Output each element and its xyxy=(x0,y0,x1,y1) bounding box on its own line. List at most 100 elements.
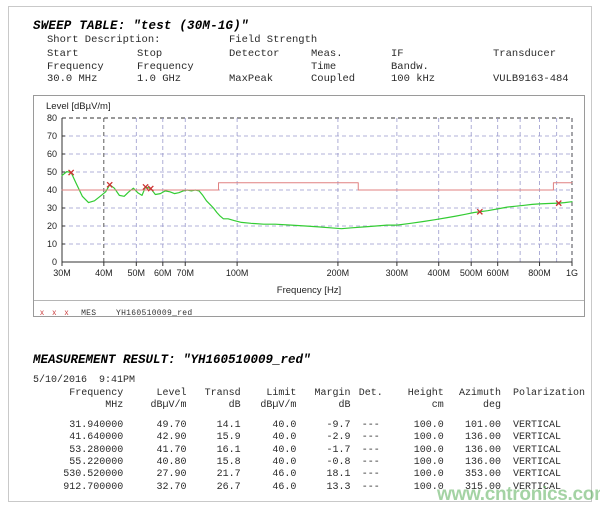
table-row: 31.94000049.7014.140.0-9.7---100.0101.00… xyxy=(33,420,585,432)
th-limit: Limit xyxy=(241,388,297,400)
th-det-unit xyxy=(350,400,391,412)
td-azimuth: 136.00 xyxy=(444,432,501,444)
spectrum-chart: Level [dBµV/m] 0102030405060708030M40M50… xyxy=(33,95,585,317)
td-azimuth: 136.00 xyxy=(444,445,501,457)
td-height: 100.0 xyxy=(391,469,444,481)
transducer-header-1: Transducer xyxy=(493,48,556,61)
th-height: Height xyxy=(391,388,444,400)
td-frequency: 912.700000 xyxy=(33,482,123,494)
meas-time-value: Coupled xyxy=(311,73,355,86)
th-margin-unit: dB xyxy=(296,400,350,412)
x-tick-label: 50M xyxy=(128,268,146,278)
th-level-unit: dBµV/m xyxy=(123,400,186,412)
td-height: 100.0 xyxy=(391,482,444,494)
y-tick-label: 50 xyxy=(47,167,57,177)
td-det: --- xyxy=(350,432,391,444)
td-margin: -0.8 xyxy=(296,457,350,469)
chart-plot-svg: 0102030405060708030M40M50M60M70M100M200M… xyxy=(34,96,584,316)
td-azimuth: 315.00 xyxy=(444,482,501,494)
td-margin: -2.9 xyxy=(296,432,350,444)
x-tick-label: 800M xyxy=(528,268,551,278)
td-height: 100.0 xyxy=(391,445,444,457)
y-tick-label: 60 xyxy=(47,149,57,159)
th-azimuth: Azimuth xyxy=(444,388,501,400)
legend-type-label: MES xyxy=(81,309,96,318)
x-tick-label: 100M xyxy=(226,268,249,278)
table-spacer-cell xyxy=(33,413,585,420)
if-bandwidth-header-1: IF xyxy=(391,48,404,61)
sweep-parameter-grid: Start Frequency 30.0 MHz Stop Frequency … xyxy=(33,48,585,88)
td-frequency: 55.220000 xyxy=(33,457,123,469)
th-azimuth-unit: deg xyxy=(444,400,501,412)
th-frequency: Frequency xyxy=(33,388,123,400)
th-margin: Margin xyxy=(296,388,350,400)
td-azimuth: 101.00 xyxy=(444,420,501,432)
x-tick-label: 300M xyxy=(386,268,409,278)
td-transd: 15.8 xyxy=(187,457,241,469)
x-tick-label: 500M xyxy=(460,268,483,278)
x-tick-label: 30M xyxy=(53,268,71,278)
detector-header-1: Detector xyxy=(229,48,279,61)
short-description-label: Short Description: xyxy=(47,34,160,47)
x-tick-label: 70M xyxy=(176,268,194,278)
transducer-value: VULB9163-484 xyxy=(493,73,569,86)
limit-line xyxy=(62,183,572,190)
measurement-table-body: 31.94000049.7014.140.0-9.7---100.0101.00… xyxy=(33,420,585,494)
legend-marker-icon: x x x xyxy=(40,308,71,317)
measurement-trace xyxy=(62,172,572,229)
td-polarization: VERTICAL xyxy=(501,432,585,444)
sweep-table-title: SWEEP TABLE: "test (30M-1G)" xyxy=(33,19,585,33)
start-header-1: Start xyxy=(47,48,79,61)
peak-marker-icon xyxy=(107,182,112,187)
td-level: 41.70 xyxy=(123,445,186,457)
table-row: 530.52000027.9021.746.018.1---100.0353.0… xyxy=(33,469,585,481)
th-transd-unit: dB xyxy=(187,400,241,412)
start-frequency-value: 30.0 MHz xyxy=(47,73,97,86)
td-level: 49.70 xyxy=(123,420,186,432)
chart-x-axis-label: Frequency [Hz] xyxy=(34,285,584,296)
td-margin: 13.3 xyxy=(296,482,350,494)
th-limit-unit: dBµV/m xyxy=(241,400,297,412)
td-height: 100.0 xyxy=(391,420,444,432)
td-margin: -1.7 xyxy=(296,445,350,457)
td-det: --- xyxy=(350,445,391,457)
td-det: --- xyxy=(350,420,391,432)
if-bandwidth-header-2: Bandw. xyxy=(391,61,429,74)
detector-value: MaxPeak xyxy=(229,73,273,86)
x-tick-label: 200M xyxy=(327,268,350,278)
td-frequency: 530.520000 xyxy=(33,469,123,481)
x-tick-label: 600M xyxy=(486,268,509,278)
stop-header-2: Frequency xyxy=(137,61,194,74)
td-polarization: VERTICAL xyxy=(501,469,585,481)
td-limit: 40.0 xyxy=(241,445,297,457)
if-bandwidth-value: 100 kHz xyxy=(391,73,435,86)
td-level: 40.80 xyxy=(123,457,186,469)
td-det: --- xyxy=(350,469,391,481)
x-tick-label: 400M xyxy=(427,268,450,278)
measurement-time: 9:41PM xyxy=(99,375,135,386)
td-level: 32.70 xyxy=(123,482,186,494)
td-det: --- xyxy=(350,482,391,494)
td-margin: -9.7 xyxy=(296,420,350,432)
td-level: 42.90 xyxy=(123,432,186,444)
td-transd: 16.1 xyxy=(187,445,241,457)
measurement-result-section: MEASUREMENT RESULT: "YH160510009_red" 5/… xyxy=(33,353,585,494)
td-azimuth: 136.00 xyxy=(444,457,501,469)
th-polarization: Polarization xyxy=(501,388,585,400)
x-tick-label: 1G xyxy=(566,268,578,278)
table-row: 912.70000032.7026.746.013.3---100.0315.0… xyxy=(33,482,585,494)
td-transd: 21.7 xyxy=(187,469,241,481)
measurement-result-title: MEASUREMENT RESULT: "YH160510009_red" xyxy=(33,353,585,367)
y-tick-label: 40 xyxy=(47,185,57,195)
short-description-row: Short Description: Field Strength xyxy=(33,34,585,47)
sweep-table-header: SWEEP TABLE: "test (30M-1G)" Short Descr… xyxy=(33,19,585,88)
th-transd: Transd xyxy=(187,388,241,400)
chart-legend: x x x MES YH160510009_red xyxy=(34,300,584,314)
td-det: --- xyxy=(350,457,391,469)
td-frequency: 53.280000 xyxy=(33,445,123,457)
th-height-unit: cm xyxy=(391,400,444,412)
x-tick-label: 60M xyxy=(154,268,172,278)
start-header-2: Frequency xyxy=(47,61,104,74)
stop-frequency-value: 1.0 GHz xyxy=(137,73,181,86)
td-limit: 46.0 xyxy=(241,469,297,481)
